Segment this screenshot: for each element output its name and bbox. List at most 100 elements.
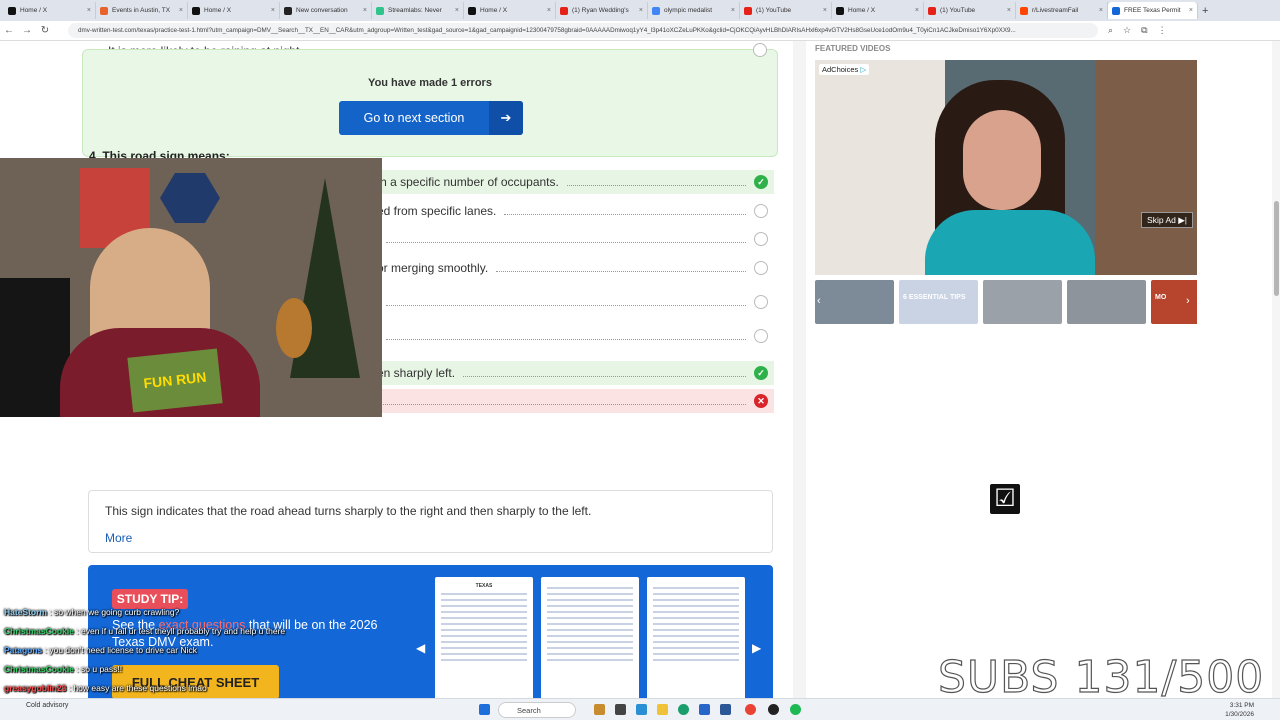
- browser-tab[interactable]: FREE Texas Permit ×: [1108, 2, 1198, 19]
- taskbar-search[interactable]: Search: [498, 702, 576, 718]
- chrome-icon[interactable]: [745, 704, 756, 715]
- tab-close-icon[interactable]: ×: [915, 7, 919, 14]
- video-thumbnail[interactable]: [983, 280, 1062, 324]
- skip-ad-button[interactable]: Skip Ad ▶|: [1141, 212, 1193, 228]
- zoom-icon[interactable]: ⌕: [1108, 25, 1113, 36]
- browser-tab[interactable]: New conversation ×: [280, 2, 372, 19]
- browser-tab[interactable]: (1) YouTube ×: [924, 2, 1016, 19]
- weather-widget[interactable]: Cold advisory: [26, 702, 68, 709]
- app-icon[interactable]: [678, 704, 689, 715]
- scrollbar-thumb[interactable]: [1274, 201, 1279, 296]
- chat-overlay: HateStorm : so when we going curb crawli…: [4, 603, 404, 698]
- browser-tab[interactable]: Home / X ×: [832, 2, 924, 19]
- tab-title: New conversation: [296, 7, 348, 14]
- tab-close-icon[interactable]: ×: [455, 7, 459, 14]
- tab-close-icon[interactable]: ×: [179, 7, 183, 14]
- thumbs-next-icon[interactable]: ›: [1186, 295, 1190, 307]
- forward-icon[interactable]: →: [18, 25, 36, 36]
- cheat-sheet-page-3: [647, 577, 745, 698]
- browser-tab[interactable]: r/LivestreamFail ×: [1016, 2, 1108, 19]
- video-thumbnail[interactable]: [1067, 280, 1146, 324]
- new-tab-icon[interactable]: +: [1202, 5, 1208, 17]
- spotify-icon[interactable]: [790, 704, 801, 715]
- browser-tab[interactable]: Home / X ×: [188, 2, 280, 19]
- tab-close-icon[interactable]: ×: [271, 7, 275, 14]
- video-player[interactable]: AdChoices ▷ Skip Ad ▶|: [815, 60, 1197, 275]
- adchoices-badge[interactable]: AdChoices ▷: [819, 64, 870, 75]
- correct-check-icon[interactable]: ✓: [754, 366, 768, 380]
- browser-tab[interactable]: Streamlabs: Never ×: [372, 2, 464, 19]
- tab-close-icon[interactable]: ×: [639, 7, 643, 14]
- menu-icon[interactable]: ⋮: [1158, 25, 1167, 36]
- tab-close-icon[interactable]: ×: [547, 7, 551, 14]
- answer-option-text: en sharply left.: [377, 366, 456, 380]
- radio-button[interactable]: [753, 43, 767, 57]
- chat-username: ChristmasCookie: [4, 664, 74, 674]
- tab-close-icon[interactable]: ×: [731, 7, 735, 14]
- obs-icon[interactable]: [768, 704, 779, 715]
- task-view-icon[interactable]: [615, 704, 626, 715]
- carousel-next-icon[interactable]: ▶: [752, 641, 761, 655]
- url-bar[interactable]: dmv-written-test.com/texas/practice-test…: [68, 23, 1098, 38]
- explanation-text: This sign indicates that the road ahead …: [105, 504, 592, 518]
- edge-icon[interactable]: [636, 704, 647, 715]
- file-explorer-icon[interactable]: [657, 704, 668, 715]
- reload-icon[interactable]: ↻: [36, 25, 54, 36]
- tab-favicon-icon: [928, 6, 936, 15]
- next-section-button[interactable]: Go to next section ➔: [339, 101, 523, 135]
- dotted-leader: [386, 332, 746, 340]
- tab-close-icon[interactable]: ×: [1189, 7, 1193, 14]
- thumbs-prev-icon[interactable]: ‹: [817, 295, 821, 307]
- chat-message: HateStorm : so when we going curb crawli…: [4, 607, 180, 617]
- browser-tab[interactable]: Events in Austin, TX ×: [96, 2, 188, 19]
- browser-tab[interactable]: (1) YouTube ×: [740, 2, 832, 19]
- result-box: You have made 1 errors Go to next sectio…: [82, 49, 778, 157]
- webcam-guitar: [276, 298, 312, 358]
- video-thumbnail[interactable]: MO: [1151, 280, 1197, 324]
- tab-close-icon[interactable]: ×: [1007, 7, 1011, 14]
- tab-close-icon[interactable]: ×: [363, 7, 367, 14]
- video-subject-jacket: [925, 210, 1095, 275]
- correct-check-icon[interactable]: ✓: [754, 175, 768, 189]
- tab-close-icon[interactable]: ×: [87, 7, 91, 14]
- browser-tab[interactable]: Home / X ×: [4, 2, 96, 19]
- more-link[interactable]: More: [105, 531, 132, 545]
- browser-tab[interactable]: Home / X ×: [464, 2, 556, 19]
- browser-toolbar: ← → ↻ dmv-written-test.com/texas/practic…: [0, 21, 1280, 41]
- radio-button[interactable]: [754, 261, 768, 275]
- video-thumbnail[interactable]: 6 ESSENTIAL TIPS: [899, 280, 978, 324]
- wrong-x-icon[interactable]: ✕: [754, 394, 768, 408]
- extensions-icon[interactable]: ⧉: [1141, 25, 1147, 36]
- tab-title: (1) YouTube: [940, 7, 976, 14]
- chat-message: ChristmasCookie : so u pass!!: [4, 664, 123, 674]
- tab-close-icon[interactable]: ×: [823, 7, 827, 14]
- mail-icon[interactable]: [720, 704, 731, 715]
- chat-message: greasygoblin23 : how easy are these ques…: [4, 683, 207, 693]
- back-icon[interactable]: ←: [0, 25, 18, 36]
- tab-title: r/LivestreamFail: [1032, 7, 1079, 14]
- taskbar: Cold advisory Search 3:31 PM 1/30/2026: [0, 698, 1280, 720]
- store-icon[interactable]: [699, 704, 710, 715]
- column-divider: [793, 41, 806, 698]
- scrollbar[interactable]: [1272, 41, 1280, 698]
- radio-button[interactable]: [754, 204, 768, 218]
- radio-button[interactable]: [754, 295, 768, 309]
- browser-tab[interactable]: olympic medalist ×: [648, 2, 740, 19]
- tab-favicon-icon: [100, 6, 108, 15]
- carousel-prev-icon[interactable]: ◀: [416, 641, 425, 655]
- bookmark-icon[interactable]: ☆: [1123, 25, 1131, 36]
- tab-close-icon[interactable]: ×: [1099, 7, 1103, 14]
- tab-title: Events in Austin, TX: [112, 7, 171, 14]
- video-background-right: [1095, 60, 1197, 275]
- next-section-label: Go to next section: [363, 111, 465, 125]
- widgets-icon[interactable]: [594, 704, 605, 715]
- tab-title: Home / X: [204, 7, 232, 14]
- browser-tab[interactable]: (1) Ryan Wedding's ×: [556, 2, 648, 19]
- tab-favicon-icon: [1020, 6, 1028, 15]
- video-thumbnail[interactable]: [815, 280, 894, 324]
- start-icon[interactable]: [479, 704, 490, 715]
- dotted-leader: [386, 235, 746, 243]
- radio-button[interactable]: [754, 329, 768, 343]
- system-clock[interactable]: 3:31 PM 1/30/2026: [1225, 701, 1254, 719]
- radio-button[interactable]: [754, 232, 768, 246]
